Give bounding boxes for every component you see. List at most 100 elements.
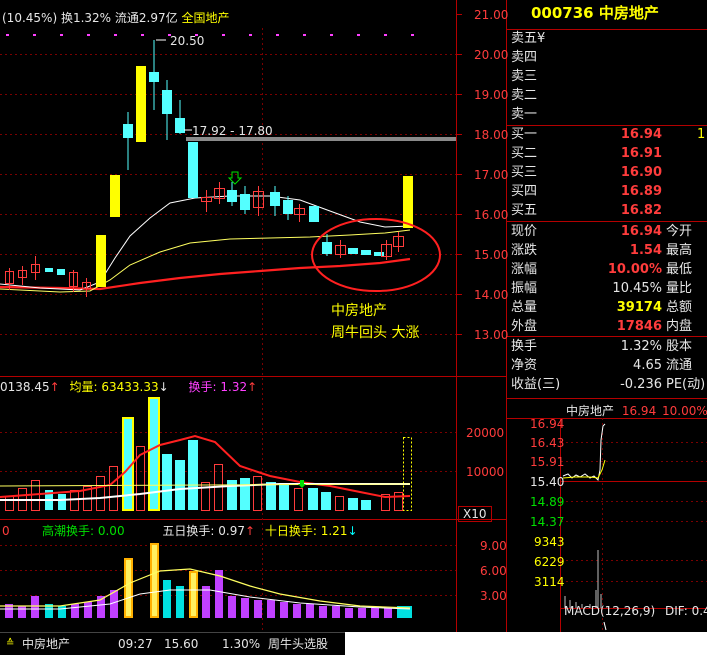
avg-volume: 均量: 63433.33: [69, 380, 159, 394]
stat-right-label: 股本: [666, 339, 693, 354]
bid-label: 买一: [511, 127, 538, 142]
turnover-header: 高潮换手: 0.00 五日换手: 0.97↑ 十日换手: 1.21↓: [42, 524, 358, 538]
turnover-tick: 6.00: [480, 564, 507, 578]
mini-tick: 16.43: [530, 436, 565, 450]
quote-title: 000736 中房地产: [507, 0, 707, 29]
ask-label: 卖一: [511, 107, 538, 122]
stat-value: 4.65: [633, 358, 662, 373]
volume-multiplier: X10: [458, 506, 492, 522]
stat-value: 16.94: [620, 224, 662, 239]
five-day-turnover: 五日换手: 0.97: [162, 524, 245, 538]
ask-label: 卖二: [511, 88, 538, 103]
bid-price: 16.89: [620, 184, 662, 199]
turnover-bars: [0, 543, 412, 618]
price-tick: 19.00: [474, 88, 509, 102]
bid-price: 16.90: [620, 165, 662, 180]
bid-price: 16.91: [620, 146, 662, 161]
stat-value: 39174: [616, 300, 662, 315]
mini-tick: 6229: [534, 555, 565, 569]
mini-price: 16.94: [621, 404, 657, 418]
stat-value: 10.45%: [612, 281, 662, 296]
stat-right-label: 最低: [666, 262, 693, 277]
stat-right-label: 流通: [666, 358, 693, 373]
mini-tick: 3114: [534, 575, 565, 589]
volume-tick: 20000: [466, 426, 505, 440]
stock-name: 中房地产: [598, 4, 659, 22]
stat-label: 总量: [511, 300, 538, 315]
bid-price: 16.94: [620, 127, 662, 142]
stat-value: 1.32%: [620, 339, 662, 354]
mini-tick: 15.40: [530, 475, 565, 489]
price-tick: 20.00: [474, 48, 509, 62]
price-tick: 21.00: [474, 8, 509, 22]
signal-arrow-icon: [227, 171, 243, 185]
annotation-line: 周牛回头 大涨: [331, 325, 420, 341]
status-name: 中房地产: [22, 637, 71, 651]
stock-chart-window: (10.45%) 换1.32% 流通2.97亿 全国地产 21.00 20.00…: [0, 0, 707, 632]
mini-name: 中房地产: [566, 404, 615, 418]
candles: [5, 40, 413, 297]
mini-pct: 10.00%: [662, 404, 707, 418]
ask-label: 卖三: [511, 69, 538, 84]
price-tick: 16.00: [474, 208, 509, 222]
stat-value: 1.54: [629, 243, 662, 258]
stat-right-label: PE(动): [666, 377, 706, 392]
mini-chart-header: 中房地产 16.94 10.00%: [566, 404, 707, 418]
mini-tick: 16.94: [530, 417, 565, 431]
stock-code: 000736: [531, 4, 594, 22]
price-tick: 17.00: [474, 168, 509, 182]
stat-value: 10.00%: [607, 262, 662, 277]
annotation-line: 中房地产: [331, 303, 387, 319]
stat-right-label: 最高: [666, 243, 693, 258]
high-turnover: 高潮换手: 0.00: [42, 524, 125, 538]
ask-label: 卖四: [511, 50, 538, 65]
dif-label: DIF: 0.41: [664, 604, 707, 618]
mini-tick: 14.37: [530, 515, 565, 529]
ask-label: 卖五¥: [511, 31, 546, 46]
stat-label: 外盘: [511, 319, 538, 334]
stat-label: 现价: [511, 224, 538, 239]
stat-right-label: 总额: [666, 300, 693, 315]
bid-volume: 1: [697, 127, 706, 142]
price-tick: 18.00: [474, 128, 509, 142]
macd-label: MACD(12,26,9): [564, 604, 656, 618]
bid-label: 买三: [511, 165, 538, 180]
bid-label: 买五: [511, 203, 538, 218]
stat-label: 净资: [511, 358, 538, 373]
status-bar[interactable]: ≙ 中房地产 09:27 15.60 1.30% 周牛头选股: [0, 632, 345, 655]
status-price: 15.60: [164, 637, 199, 651]
status-pct: 1.30%: [222, 637, 261, 651]
status-time: 09:27: [118, 637, 153, 651]
volume-tick: 10000: [466, 465, 505, 479]
stat-label: 涨跌: [511, 243, 538, 258]
macd-header: MACD(12,26,9) DIF: 0.41: [564, 604, 707, 618]
turnover-tick: 9.00: [480, 539, 507, 553]
mini-tick: 15.91: [530, 455, 565, 469]
price-tick: 13.00: [474, 328, 509, 342]
stat-label: 涨幅: [511, 262, 538, 277]
price-tick: 15.00: [474, 248, 509, 262]
annotation-text: 中房地产 周牛回头 大涨: [331, 300, 419, 344]
bid-label: 买四: [511, 184, 538, 199]
stat-value: 17846: [616, 319, 662, 334]
stat-label: 换手: [511, 339, 538, 354]
high-price-label: 20.50: [170, 34, 205, 48]
ten-day-turnover: 十日换手: 1.21: [264, 524, 348, 538]
turnover-tick: 3.00: [480, 589, 507, 603]
turnover-panel-value: 0: [2, 524, 10, 538]
bid-label: 买二: [511, 146, 538, 161]
stat-right-label: 内盘: [666, 319, 693, 334]
stat-value: -0.236: [620, 377, 662, 392]
stat-right-label: 今开: [666, 224, 693, 239]
mini-tick: 14.89: [530, 495, 565, 509]
volume-bars: [0, 397, 412, 511]
price-tick: 14.00: [474, 288, 509, 302]
volume-header: 0138.45↑ 均量: 63433.33↓ 换手: 1.32↑: [0, 380, 258, 394]
bid-price: 16.82: [620, 203, 662, 218]
volume-value: 0138.45: [0, 380, 50, 394]
turnover-rate: 换手: 1.32: [188, 380, 248, 394]
stat-right-label: 量比: [666, 281, 693, 296]
range-label: 17.92 - 17.80: [192, 124, 273, 138]
mini-tick: 9343: [534, 535, 565, 549]
status-note: 周牛头选股: [268, 637, 329, 651]
